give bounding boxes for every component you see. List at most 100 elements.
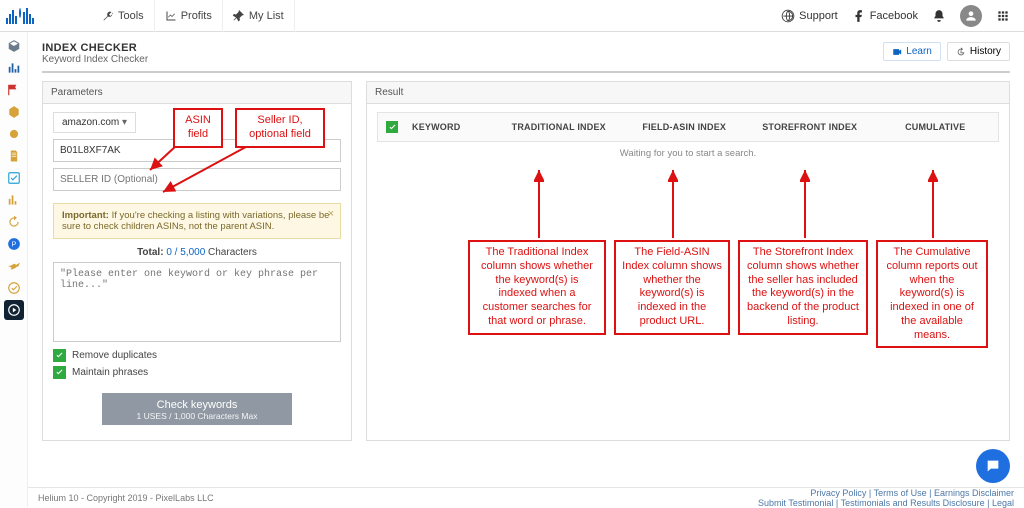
page-header: INDEX CHECKER Keyword Index Checker Lear… xyxy=(42,42,1010,73)
footer: Helium 10 - Copyright 2019 - PixelLabs L… xyxy=(28,487,1024,507)
sidebar-item-13[interactable] xyxy=(4,300,24,320)
bars-icon xyxy=(7,61,21,75)
check-circle-icon xyxy=(7,281,21,295)
footer-copyright: Helium 10 - Copyright 2019 - PixelLabs L… xyxy=(38,493,214,503)
history-button[interactable]: History xyxy=(947,42,1010,61)
nav-mylist[interactable]: My List xyxy=(223,0,295,32)
total-count: 0 / 5,000 xyxy=(166,247,205,258)
chart-line-icon xyxy=(165,10,177,22)
nav-tools[interactable]: Tools xyxy=(92,0,155,32)
sidebar-item-8[interactable] xyxy=(4,190,24,210)
sidebar-item-3[interactable] xyxy=(4,80,24,100)
sidebar-item-9[interactable] xyxy=(4,212,24,232)
important-alert: Important: If you're checking a listing … xyxy=(53,203,341,239)
account-avatar[interactable] xyxy=(960,5,982,27)
footer-links-bottom[interactable]: Submit Testimonial | Testimonials and Re… xyxy=(758,498,1014,508)
parameters-header: Parameters xyxy=(43,82,351,104)
support-link[interactable]: Support xyxy=(781,9,838,23)
sidebar-item-7[interactable] xyxy=(4,168,24,188)
sidebar-item-11[interactable] xyxy=(4,256,24,276)
bird-icon xyxy=(7,259,21,273)
chat-icon xyxy=(985,458,1001,474)
checkbox-checked-icon xyxy=(53,366,66,379)
facebook-icon xyxy=(852,9,866,23)
chat-widget[interactable] xyxy=(976,449,1010,483)
total-suffix: Characters xyxy=(205,247,257,258)
footer-links-top[interactable]: Privacy Policy | Terms of Use | Earnings… xyxy=(758,488,1014,498)
bell-icon xyxy=(932,9,946,23)
notifications-button[interactable] xyxy=(932,9,946,23)
important-label: Important: xyxy=(62,210,109,221)
waiting-message: Waiting for you to start a search. xyxy=(377,142,999,169)
sidebar-item-6[interactable] xyxy=(4,146,24,166)
sidebar-item-1[interactable] xyxy=(4,36,24,56)
learn-button[interactable]: Learn xyxy=(883,42,941,61)
topbar-right: Support Facebook xyxy=(781,5,1018,27)
facebook-label: Facebook xyxy=(870,10,918,22)
nav-label: Profits xyxy=(181,10,212,22)
result-header: Result xyxy=(367,82,1009,104)
hex-icon xyxy=(7,105,21,119)
nav-label: Tools xyxy=(118,10,144,22)
tools-sidebar: P xyxy=(0,32,28,507)
history-label: History xyxy=(970,46,1001,57)
learn-label: Learn xyxy=(906,46,932,57)
check-square-icon xyxy=(7,171,21,185)
main-content: INDEX CHECKER Keyword Index Checker Lear… xyxy=(28,32,1024,487)
check-keywords-label: Check keywords xyxy=(157,399,238,411)
col-traditional[interactable]: TRADITIONAL INDEX xyxy=(496,114,622,140)
sidebar-item-5[interactable] xyxy=(4,124,24,144)
chart-icon xyxy=(7,193,21,207)
remove-duplicates-label: Remove duplicates xyxy=(72,350,157,361)
refresh-icon xyxy=(7,215,21,229)
svg-text:P: P xyxy=(11,241,16,248)
check-keywords-button[interactable]: Check keywords 1 USES / 1,000 Characters… xyxy=(102,393,292,425)
seller-id-input[interactable] xyxy=(53,168,341,191)
col-cumulative[interactable]: CUMULATIVE xyxy=(873,114,999,140)
asin-input[interactable] xyxy=(53,139,341,162)
page-subtitle: Keyword Index Checker xyxy=(42,54,148,65)
marketplace-select[interactable]: amazon.com xyxy=(53,112,136,133)
maintain-phrases-label: Maintain phrases xyxy=(72,367,148,378)
apps-button[interactable] xyxy=(996,9,1010,23)
parameters-panel: Parameters amazon.com Important: If you'… xyxy=(42,81,352,441)
cube-icon xyxy=(7,39,21,53)
select-all-checkbox[interactable] xyxy=(378,113,406,141)
col-field-asin[interactable]: FIELD-ASIN INDEX xyxy=(622,114,748,140)
total-prefix: Total: xyxy=(137,247,166,258)
checkbox-checked-icon xyxy=(53,349,66,362)
checkbox-checked-icon xyxy=(386,121,398,133)
sidebar-item-2[interactable] xyxy=(4,58,24,78)
result-table-head: KEYWORD TRADITIONAL INDEX FIELD-ASIN IND… xyxy=(377,112,999,142)
doc-icon xyxy=(7,149,21,163)
globe-icon xyxy=(781,9,795,23)
badge-icon xyxy=(7,127,21,141)
pin-icon xyxy=(233,10,245,22)
keywords-textarea[interactable] xyxy=(53,262,341,342)
person-icon xyxy=(964,9,978,23)
flag-icon xyxy=(7,83,21,97)
brand-logo[interactable] xyxy=(6,3,92,29)
sidebar-item-4[interactable] xyxy=(4,102,24,122)
char-counter: Total: 0 / 5,000 Characters xyxy=(53,247,341,258)
result-panel: Result KEYWORD TRADITIONAL INDEX FIELD-A… xyxy=(366,81,1010,441)
nav-profits[interactable]: Profits xyxy=(155,0,223,32)
col-keyword[interactable]: KEYWORD xyxy=(406,114,496,140)
history-icon xyxy=(956,47,966,57)
nav-label: My List xyxy=(249,10,284,22)
main-nav: Tools Profits My List xyxy=(92,0,295,32)
topbar: Tools Profits My List Support Facebook xyxy=(0,0,1024,32)
alert-close-icon[interactable]: × xyxy=(328,208,334,220)
page-title: INDEX CHECKER xyxy=(42,42,148,54)
remove-duplicates-row[interactable]: Remove duplicates xyxy=(53,349,341,362)
col-storefront[interactable]: STOREFRONT INDEX xyxy=(747,114,873,140)
p-circle-icon: P xyxy=(7,237,21,251)
apps-grid-icon xyxy=(996,9,1010,23)
play-circle-icon xyxy=(7,303,21,317)
sidebar-item-10[interactable]: P xyxy=(4,234,24,254)
wrench-icon xyxy=(102,10,114,22)
support-label: Support xyxy=(799,10,838,22)
sidebar-item-12[interactable] xyxy=(4,278,24,298)
facebook-link[interactable]: Facebook xyxy=(852,9,918,23)
maintain-phrases-row[interactable]: Maintain phrases xyxy=(53,366,341,379)
